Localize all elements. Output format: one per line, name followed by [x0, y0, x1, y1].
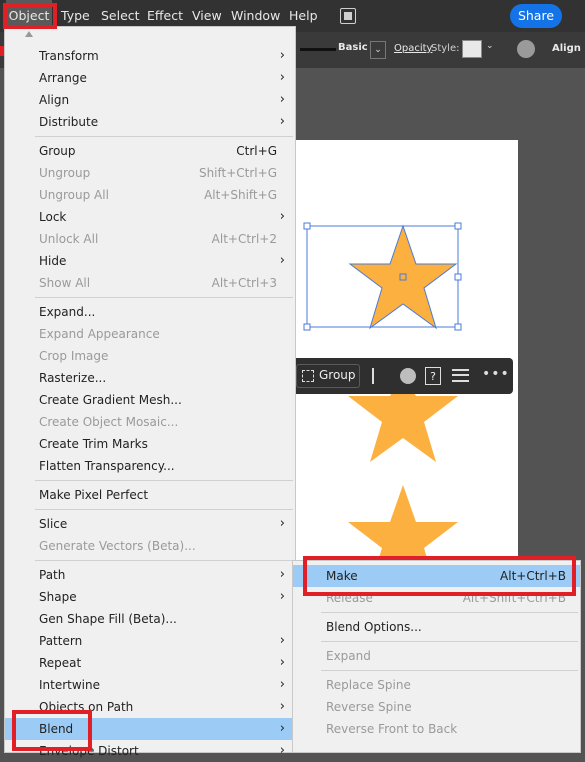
chevron-right-icon: ›	[279, 48, 285, 63]
align-label[interactable]: Align	[552, 43, 581, 54]
chevron-right-icon: ›	[279, 114, 285, 129]
chevron-right-icon: ›	[279, 699, 285, 714]
chevron-right-icon: ›	[279, 70, 285, 85]
menu-item-path[interactable]: Path ›	[5, 564, 295, 586]
chevron-right-icon: ›	[279, 743, 285, 758]
stroke-preset-value[interactable]: Basic	[338, 42, 368, 53]
menu-item-unlock-all: Unlock All Alt+Ctrl+2	[39, 232, 277, 246]
menu-separator	[321, 670, 578, 671]
submenu-item-reverse-spine: Reverse Spine	[326, 700, 412, 714]
chevron-right-icon: ›	[279, 567, 285, 582]
stroke-preset-chevron-icon[interactable]: ⌄	[370, 41, 386, 59]
chevron-right-icon: ›	[279, 633, 285, 648]
menu-separator	[35, 509, 293, 510]
menu-item-shape[interactable]: Shape ›	[5, 586, 295, 608]
menu-item-ungroup: Ungroup Shift+Ctrl+G	[39, 166, 277, 180]
contextual-task-bar: Group ? •••	[290, 358, 513, 394]
chevron-right-icon: ›	[279, 589, 285, 604]
menu-scroll-up-icon[interactable]	[25, 31, 33, 37]
submenu-item-replace-spine: Replace Spine	[326, 678, 411, 692]
properties-icon[interactable]	[452, 369, 469, 382]
graphic-style-swatch[interactable]	[462, 40, 482, 58]
menu-item-crop-image: Crop Image	[39, 349, 109, 363]
menu-separator	[321, 612, 578, 613]
menu-item-expand[interactable]: Expand...	[5, 301, 295, 323]
menu-item-arrange[interactable]: Arrange ›	[5, 67, 295, 89]
style-label: Style:	[431, 43, 460, 54]
menu-separator	[35, 136, 293, 137]
arrange-documents-icon[interactable]	[340, 8, 356, 24]
more-options-icon[interactable]: •••	[482, 366, 510, 382]
menu-item-generate-vectors: Generate Vectors (Beta)...	[39, 539, 196, 553]
menu-item-create-trim-marks[interactable]: Create Trim Marks	[5, 433, 295, 455]
chevron-right-icon: ›	[279, 677, 285, 692]
menu-separator	[321, 641, 578, 642]
menu-separator	[35, 560, 293, 561]
star-shape	[348, 224, 458, 330]
menu-item-repeat[interactable]: Repeat ›	[5, 652, 295, 674]
annotation-highlight-blend	[12, 710, 92, 751]
menu-item-distribute[interactable]: Distribute ›	[5, 111, 295, 133]
menu-item-gen-shape-fill[interactable]: Gen Shape Fill (Beta)...	[5, 608, 295, 630]
submenu-item-reverse-front-to-back: Reverse Front to Back	[326, 722, 458, 736]
menu-separator	[35, 480, 293, 481]
menu-item-intertwine[interactable]: Intertwine ›	[5, 674, 295, 696]
menu-item-align[interactable]: Align ›	[5, 89, 295, 111]
recolor-icon[interactable]	[400, 368, 416, 384]
menu-item-transform[interactable]: Transform ›	[5, 45, 295, 67]
chevron-right-icon: ›	[279, 209, 285, 224]
menu-item-create-object-mosaic: Create Object Mosaic...	[39, 415, 179, 429]
submenu-item-blend-options[interactable]: Blend Options...	[293, 616, 580, 638]
annotation-highlight-object	[3, 3, 57, 29]
menu-item-slice[interactable]: Slice ›	[5, 513, 295, 535]
chevron-right-icon: ›	[279, 655, 285, 670]
group-label: Group	[319, 368, 356, 382]
group-button[interactable]: Group	[296, 364, 360, 388]
menu-item-expand-appearance: Expand Appearance	[39, 327, 160, 341]
menu-item-make-pixel-perfect[interactable]: Make Pixel Perfect	[5, 484, 295, 506]
recolor-artwork-icon[interactable]	[517, 40, 535, 58]
opacity-label[interactable]: Opacity	[394, 43, 432, 54]
chevron-right-icon: ›	[279, 516, 285, 531]
menu-item-rasterize[interactable]: Rasterize...	[5, 367, 295, 389]
chevron-right-icon: ›	[279, 721, 285, 736]
menu-item-group[interactable]: Group Ctrl+G	[5, 140, 295, 162]
chevron-right-icon: ›	[279, 92, 285, 107]
submenu-item-expand: Expand	[326, 649, 371, 663]
object-menu: Transform › Arrange › Align › Distribute › G…	[4, 26, 296, 758]
align-left-icon[interactable]	[372, 368, 386, 384]
menu-item-show-all: Show All Alt+Ctrl+3	[39, 276, 277, 290]
help-icon[interactable]: ?	[425, 367, 441, 385]
share-button[interactable]: Share	[510, 4, 562, 28]
menu-item-ungroup-all: Ungroup All Alt+Shift+G	[39, 188, 277, 202]
annotation-highlight-make	[303, 556, 576, 596]
group-icon	[302, 370, 314, 382]
stroke-line-icon	[300, 48, 336, 51]
menu-item-flatten-transparency[interactable]: Flatten Transparency...	[5, 455, 295, 477]
menu-item-create-gradient-mesh[interactable]: Create Gradient Mesh...	[5, 389, 295, 411]
menu-item-lock[interactable]: Lock ›	[5, 206, 295, 228]
chevron-right-icon: ›	[279, 253, 285, 268]
menu-separator	[35, 297, 293, 298]
menu-item-pattern[interactable]: Pattern ›	[5, 630, 295, 652]
style-chevron-icon[interactable]: ⌄	[486, 41, 494, 51]
menu-item-hide[interactable]: Hide ›	[5, 250, 295, 272]
